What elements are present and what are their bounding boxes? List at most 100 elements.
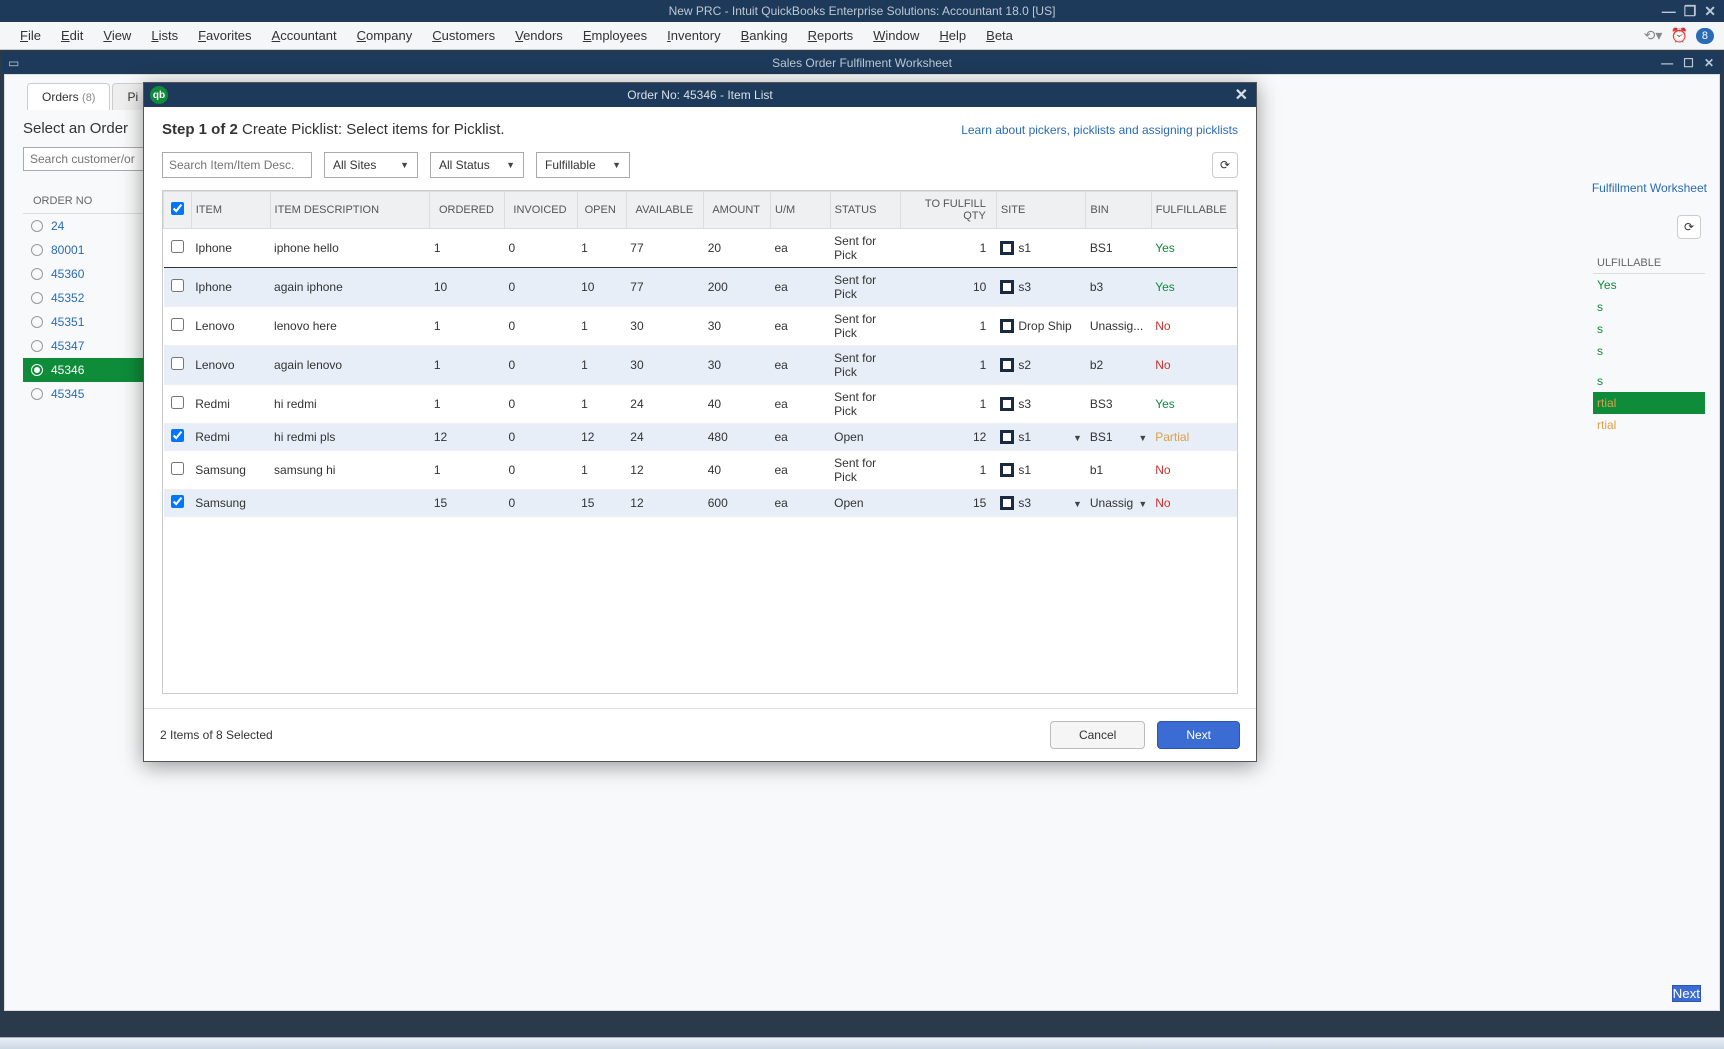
cell-site[interactable]: s2 <box>996 346 1086 385</box>
chevron-down-icon[interactable]: ▼ <box>1138 499 1147 509</box>
cell-bin[interactable]: b2 <box>1086 346 1151 385</box>
col-bin[interactable]: BIN <box>1086 192 1151 229</box>
learn-picklists-link[interactable]: Learn about pickers, picklists and assig… <box>961 123 1238 137</box>
col-available[interactable]: AVAILABLE <box>626 192 703 229</box>
sync-dropdown-icon[interactable]: ⟲▾ <box>1644 27 1663 44</box>
reminder-clock-icon[interactable]: ⏰ <box>1670 27 1687 44</box>
table-row[interactable]: Iphoneiphone hello1017720eaSent for Pick… <box>164 229 1237 268</box>
select-all-checkbox[interactable] <box>171 202 184 215</box>
cell-bin[interactable]: BS1 <box>1086 229 1151 268</box>
table-row[interactable]: Iphoneagain iphone1001077200eaSent for P… <box>164 268 1237 307</box>
cell-status: Open <box>830 424 900 451</box>
cell-invoiced: 0 <box>504 385 577 424</box>
close-icon[interactable]: ✕ <box>1704 3 1716 20</box>
row-checkbox[interactable] <box>171 240 184 253</box>
cell-bin[interactable]: Unassig... <box>1086 307 1151 346</box>
menu-item-view[interactable]: View <box>93 24 141 47</box>
fulfillable-filter-dropdown[interactable]: Fulfillable▼ <box>536 152 630 178</box>
modal-refresh-button[interactable]: ⟳ <box>1212 152 1238 178</box>
menu-item-file[interactable]: File <box>10 24 51 47</box>
status-filter-dropdown[interactable]: All Status▼ <box>430 152 524 178</box>
menu-item-beta[interactable]: Beta <box>976 24 1023 47</box>
row-checkbox[interactable] <box>171 495 184 508</box>
table-row[interactable]: Samsungsamsung hi1011240eaSent for Pick1… <box>164 451 1237 490</box>
table-row[interactable]: Redmihi redmi1012440eaSent for Pick1s3BS… <box>164 385 1237 424</box>
col-invoiced[interactable]: INVOICED <box>504 192 577 229</box>
cell-bin[interactable]: Unassig▼ <box>1086 490 1151 517</box>
inner-close-icon[interactable]: ✕ <box>1704 56 1714 70</box>
cancel-button[interactable]: Cancel <box>1050 721 1145 749</box>
menu-item-window[interactable]: Window <box>863 24 929 47</box>
menu-item-banking[interactable]: Banking <box>731 24 798 47</box>
cell-site[interactable]: s3▼ <box>996 490 1086 517</box>
chevron-down-icon[interactable]: ▼ <box>1073 499 1082 509</box>
menu-item-reports[interactable]: Reports <box>798 24 864 47</box>
cell-site[interactable]: s1▼ <box>996 424 1086 451</box>
cell-tofulfill[interactable]: 1 <box>900 307 996 346</box>
cell-site[interactable]: s3 <box>996 385 1086 424</box>
menu-item-help[interactable]: Help <box>929 24 976 47</box>
cell-bin[interactable]: b1 <box>1086 451 1151 490</box>
minimize-icon[interactable]: — <box>1662 3 1676 19</box>
col-tofulfill[interactable]: TO FULFILL QTY <box>900 192 996 229</box>
col-site[interactable]: SITE <box>996 192 1086 229</box>
cell-site[interactable]: Drop Ship <box>996 307 1086 346</box>
col-amount[interactable]: AMOUNT <box>704 192 771 229</box>
chevron-down-icon[interactable]: ▼ <box>1073 433 1082 443</box>
cell-site[interactable]: s1 <box>996 229 1086 268</box>
cell-bin[interactable]: BS1▼ <box>1086 424 1151 451</box>
col-um[interactable]: U/M <box>771 192 831 229</box>
row-checkbox[interactable] <box>171 462 184 475</box>
cell-tofulfill[interactable]: 1 <box>900 229 996 268</box>
table-row[interactable]: Redmihi redmi pls1201224480eaOpen12s1▼BS… <box>164 424 1237 451</box>
next-button[interactable]: Next <box>1157 721 1240 749</box>
cell-tofulfill[interactable]: 1 <box>900 451 996 490</box>
menu-item-edit[interactable]: Edit <box>51 24 93 47</box>
menu-item-inventory[interactable]: Inventory <box>657 24 731 47</box>
cell-tofulfill[interactable]: 15 <box>900 490 996 517</box>
worksheet-next-button[interactable]: Next <box>1672 985 1701 1002</box>
col-fulfillable[interactable]: FULFILLABLE <box>1151 192 1236 229</box>
menu-item-company[interactable]: Company <box>347 24 423 47</box>
cell-bin[interactable]: b3 <box>1086 268 1151 307</box>
menu-item-lists[interactable]: Lists <box>141 24 188 47</box>
table-row[interactable]: Lenovolenovo here1013030eaSent for Pick1… <box>164 307 1237 346</box>
refresh-button[interactable]: ⟳ <box>1677 215 1701 239</box>
row-checkbox[interactable] <box>171 318 184 331</box>
cell-tofulfill[interactable]: 10 <box>900 268 996 307</box>
menu-item-vendors[interactable]: Vendors <box>505 24 573 47</box>
col-open[interactable]: OPEN <box>577 192 626 229</box>
notification-badge[interactable]: 8 <box>1696 28 1714 44</box>
cell-site[interactable]: s1 <box>996 451 1086 490</box>
cell-bin[interactable]: BS3 <box>1086 385 1151 424</box>
menu-item-employees[interactable]: Employees <box>573 24 657 47</box>
row-checkbox[interactable] <box>171 279 184 292</box>
table-row[interactable]: Samsung1501512600eaOpen15s3▼Unassig▼No <box>164 490 1237 517</box>
col-item[interactable]: ITEM <box>191 192 270 229</box>
row-checkbox[interactable] <box>171 396 184 409</box>
row-checkbox[interactable] <box>171 429 184 442</box>
tab-orders[interactable]: Orders (8) <box>27 83 110 110</box>
sites-filter-dropdown[interactable]: All Sites▼ <box>324 152 418 178</box>
cell-site[interactable]: s3 <box>996 268 1086 307</box>
cell-tofulfill[interactable]: 12 <box>900 424 996 451</box>
col-ordered[interactable]: ORDERED <box>430 192 505 229</box>
row-checkbox[interactable] <box>171 357 184 370</box>
menu-item-customers[interactable]: Customers <box>422 24 505 47</box>
col-desc[interactable]: ITEM DESCRIPTION <box>270 192 430 229</box>
cell-item: Redmi <box>191 385 270 424</box>
chevron-down-icon[interactable]: ▼ <box>1138 433 1147 443</box>
menu-item-favorites[interactable]: Favorites <box>188 24 261 47</box>
cell-tofulfill[interactable]: 1 <box>900 346 996 385</box>
menu-item-accountant[interactable]: Accountant <box>262 24 347 47</box>
window-menu-icon[interactable]: ▭ <box>2 56 25 70</box>
fulfillment-worksheet-link[interactable]: Fulfillment Worksheet <box>1592 181 1707 195</box>
search-item-input[interactable] <box>162 152 312 178</box>
inner-minimize-icon[interactable]: — <box>1661 56 1673 70</box>
maximize-icon[interactable]: ❐ <box>1684 3 1697 20</box>
cell-tofulfill[interactable]: 1 <box>900 385 996 424</box>
inner-maximize-icon[interactable]: ☐ <box>1683 56 1694 70</box>
col-status[interactable]: STATUS <box>830 192 900 229</box>
table-row[interactable]: Lenovoagain lenovo1013030eaSent for Pick… <box>164 346 1237 385</box>
modal-close-icon[interactable]: ✕ <box>1235 85 1248 105</box>
